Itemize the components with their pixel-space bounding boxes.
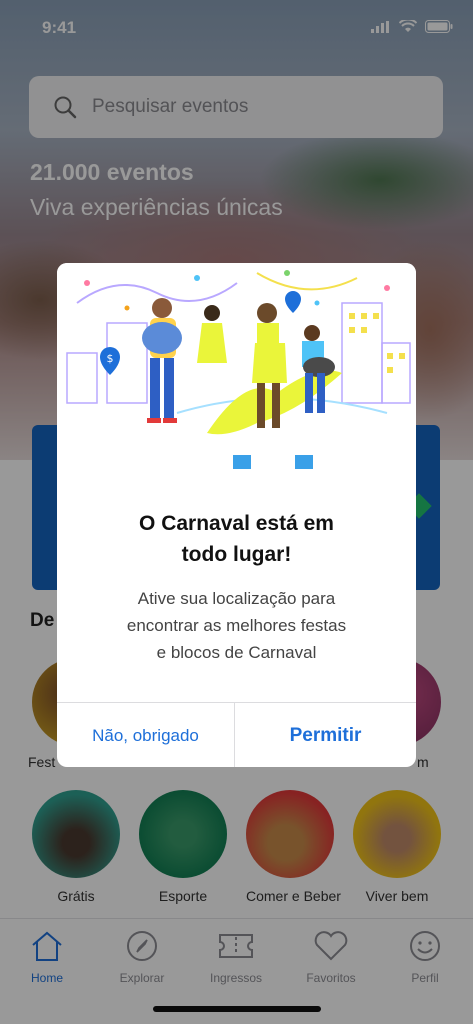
- dialog-title: O Carnaval está em todo lugar!: [57, 508, 416, 570]
- allow-button[interactable]: Permitir: [235, 703, 416, 767]
- dialog-message-line: Ative sua localização para: [137, 589, 336, 608]
- app-screen: 9:41 Pesquisar eventos 21.000 eventos Vi…: [0, 0, 473, 1024]
- carnival-illustration: $: [57, 263, 416, 488]
- dialog-title-line: O Carnaval está em: [139, 512, 334, 535]
- dialog-title-line: todo lugar!: [181, 543, 292, 566]
- dialog-message-line: encontrar as melhores festas: [126, 616, 347, 635]
- dialog-message: Ative sua localização para encontrar as …: [57, 585, 416, 666]
- decline-button[interactable]: Não, obrigado: [57, 703, 235, 767]
- dialog-message-line: e blocos de Carnaval: [156, 643, 317, 662]
- dialog-actions: Não, obrigado Permitir: [57, 702, 416, 767]
- location-permission-dialog: $ O Carnaval está em todo lugar! Ative s…: [57, 263, 416, 767]
- svg-text:$: $: [107, 352, 114, 365]
